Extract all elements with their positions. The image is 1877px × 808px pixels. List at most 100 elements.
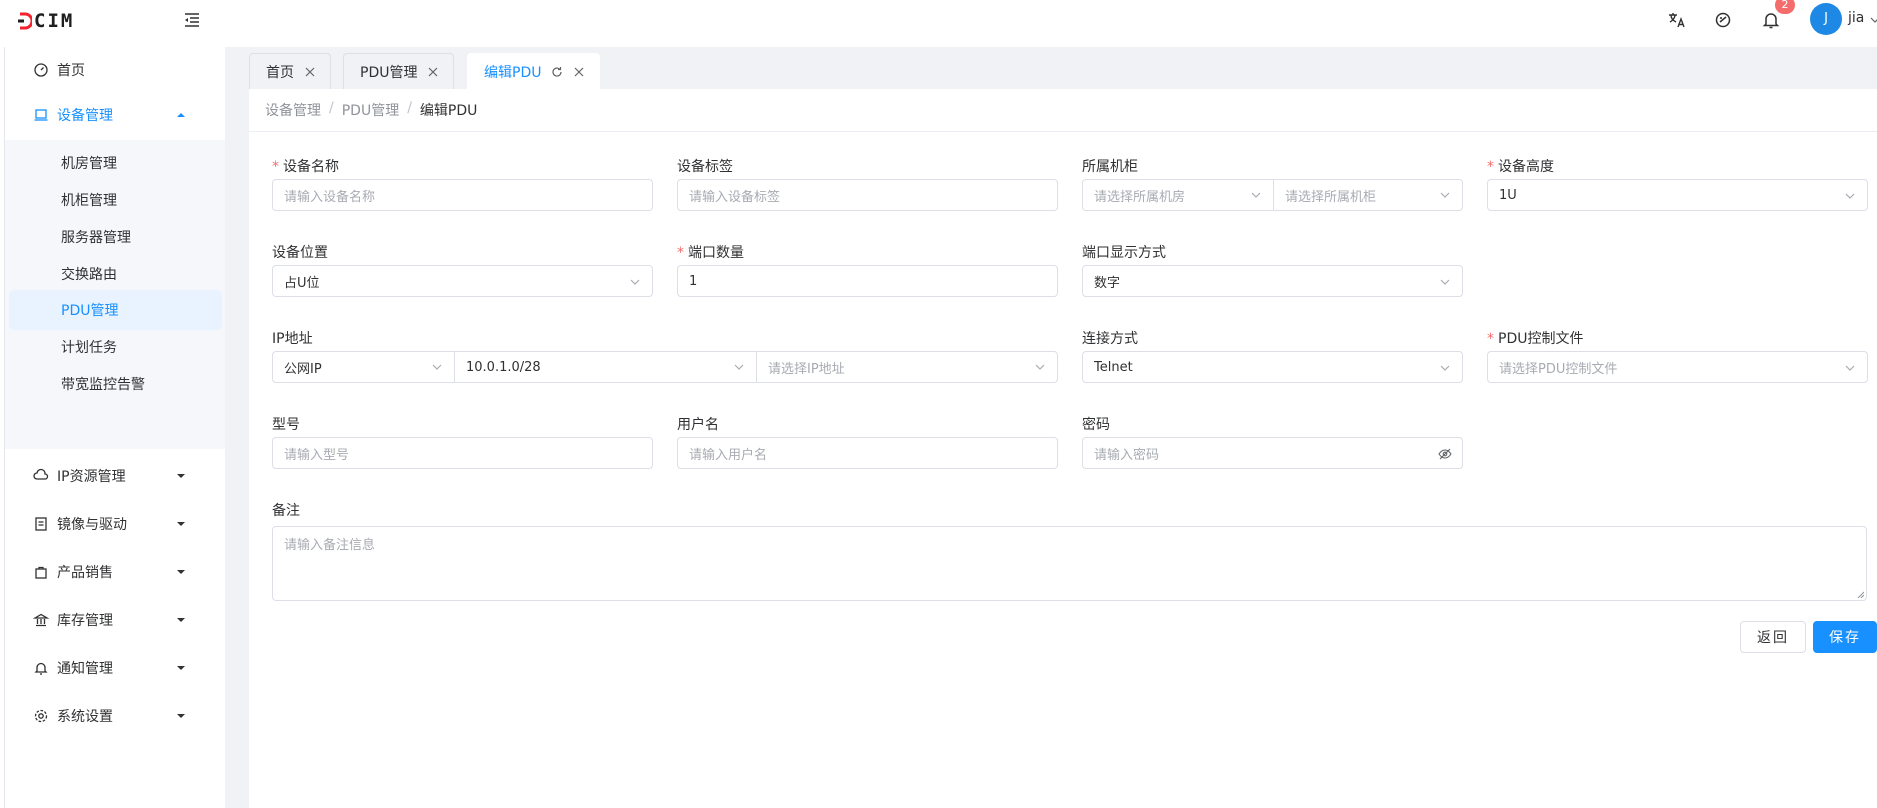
username-placeholder: 请输入用户名 bbox=[689, 447, 768, 463]
avatar[interactable]: J bbox=[1810, 3, 1842, 35]
field-label: * 设备高度 bbox=[1487, 156, 1554, 176]
resize-handle-icon[interactable] bbox=[1856, 590, 1864, 598]
connection-select[interactable]: Telnet bbox=[1082, 351, 1463, 383]
bell-icon bbox=[33, 660, 49, 676]
machine-room-placeholder: 请选择所属机房 bbox=[1094, 189, 1186, 205]
sidebar-item-label: 库存管理 bbox=[57, 613, 113, 629]
sidebar-item-machine-room[interactable]: 机房管理 bbox=[9, 143, 222, 183]
back-button[interactable]: 返回 bbox=[1740, 621, 1806, 653]
cabinet-placeholder: 请选择所属机柜 bbox=[1285, 189, 1377, 205]
sidebar-item-ip-resources[interactable]: IP资源管理 bbox=[5, 456, 226, 496]
chevron-down-icon bbox=[1034, 361, 1046, 373]
breadcrumb-item[interactable]: PDU管理 bbox=[342, 100, 399, 120]
device-position-select[interactable]: 占U位 bbox=[272, 265, 653, 297]
sidebar-item-system-settings[interactable]: 系统设置 bbox=[5, 696, 226, 736]
caret-down-icon bbox=[175, 470, 187, 482]
breadcrumb-separator: / bbox=[407, 100, 412, 116]
chevron-down-icon bbox=[1439, 276, 1451, 288]
model-input[interactable]: 请输入型号 bbox=[272, 437, 653, 469]
field-label: * 端口数量 bbox=[677, 242, 744, 262]
username[interactable]: jia bbox=[1848, 10, 1864, 26]
sidebar-item-label: 计划任务 bbox=[61, 340, 117, 356]
sidebar-item-inventory[interactable]: 库存管理 bbox=[5, 600, 226, 640]
ip-address-select[interactable]: 请选择IP地址 bbox=[756, 352, 1057, 382]
close-icon[interactable] bbox=[427, 66, 439, 78]
model-placeholder: 请输入型号 bbox=[284, 447, 350, 463]
sidebar-item-label: 带宽监控告警 bbox=[61, 377, 145, 393]
sidebar-item-scheduled-tasks[interactable]: 计划任务 bbox=[9, 327, 222, 367]
sidebar-item-label: 服务器管理 bbox=[61, 230, 131, 246]
control-file-select[interactable]: 请选择PDU控制文件 bbox=[1487, 351, 1868, 383]
chevron-down-icon bbox=[629, 276, 641, 288]
port-count-input[interactable]: 1 bbox=[677, 265, 1058, 297]
required-mark: * bbox=[677, 245, 684, 261]
field-label: * PDU控制文件 bbox=[1487, 328, 1583, 348]
sidebar-item-product-sales[interactable]: 产品销售 bbox=[5, 552, 226, 592]
sidebar-item-images-drivers[interactable]: 镜像与驱动 bbox=[5, 504, 226, 544]
chevron-down-icon bbox=[1439, 362, 1451, 374]
ip-address-label: IP地址 bbox=[272, 331, 313, 347]
sidebar-item-label: 首页 bbox=[57, 63, 85, 79]
tab-home[interactable]: 首页 bbox=[249, 53, 331, 89]
divider bbox=[249, 131, 1877, 132]
sidebar-item-server[interactable]: 服务器管理 bbox=[9, 217, 222, 257]
chevron-down-icon[interactable] bbox=[1870, 15, 1877, 25]
tab-pdu-management[interactable]: PDU管理 bbox=[343, 53, 455, 89]
save-button[interactable]: 保存 bbox=[1813, 621, 1877, 653]
translate-icon[interactable] bbox=[1667, 10, 1687, 30]
sidebar-item-notifications[interactable]: 通知管理 bbox=[5, 648, 226, 688]
machine-room-select[interactable]: 请选择所属机房 bbox=[1083, 180, 1273, 210]
close-icon[interactable] bbox=[573, 66, 585, 78]
device-name-input[interactable]: 请输入设备名称 bbox=[272, 179, 653, 211]
required-mark: * bbox=[272, 159, 279, 175]
port-display-select[interactable]: 数字 bbox=[1082, 265, 1463, 297]
device-position-value: 占U位 bbox=[284, 275, 320, 291]
top-bar: CIM 2 J jia bbox=[0, 0, 1877, 47]
password-input[interactable]: 请输入密码 bbox=[1082, 437, 1463, 469]
device-name-placeholder: 请输入设备名称 bbox=[284, 189, 376, 205]
tab-label: PDU管理 bbox=[360, 64, 418, 81]
ip-subnet-select[interactable]: 10.0.1.0/28 bbox=[454, 352, 756, 382]
sidebar-item-switch-router[interactable]: 交换路由 bbox=[9, 254, 222, 294]
remark-textarea[interactable]: 请输入备注信息 bbox=[272, 526, 1867, 601]
eye-off-icon[interactable] bbox=[1438, 447, 1452, 461]
port-display-label: 端口显示方式 bbox=[1082, 245, 1166, 261]
sidebar-item-label: PDU管理 bbox=[61, 303, 119, 319]
logo-text: CIM bbox=[34, 10, 75, 32]
close-icon[interactable] bbox=[304, 66, 316, 78]
username-input[interactable]: 请输入用户名 bbox=[677, 437, 1058, 469]
device-tag-input[interactable]: 请输入设备标签 bbox=[677, 179, 1058, 211]
sidebar-item-label: 机柜管理 bbox=[61, 193, 117, 209]
sidebar-item-home[interactable]: 首页 bbox=[5, 50, 226, 90]
tab-edit-pdu[interactable]: 编辑PDU bbox=[467, 53, 601, 89]
breadcrumb-current: 编辑PDU bbox=[419, 103, 478, 119]
menu-collapse-icon[interactable] bbox=[183, 11, 201, 29]
bell-icon[interactable] bbox=[1761, 10, 1781, 30]
sidebar-item-cabinet[interactable]: 机柜管理 bbox=[9, 180, 222, 220]
field-label: * 设备名称 bbox=[272, 156, 339, 176]
device-height-select[interactable]: 1U bbox=[1487, 179, 1868, 211]
ip-type-select[interactable]: 公网IP bbox=[273, 352, 454, 382]
port-count-value: 1 bbox=[689, 273, 698, 289]
cabinet-select[interactable]: 请选择所属机柜 bbox=[1273, 180, 1462, 210]
sidebar-item-label: 系统设置 bbox=[57, 709, 113, 725]
control-file-label: PDU控制文件 bbox=[1498, 331, 1584, 347]
required-mark: * bbox=[1487, 159, 1494, 175]
refresh-icon[interactable] bbox=[551, 66, 563, 78]
sidebar-item-bandwidth-alerts[interactable]: 带宽监控告警 bbox=[9, 364, 222, 404]
sidebar-item-label: IP资源管理 bbox=[57, 469, 126, 485]
chevron-down-icon bbox=[431, 361, 443, 373]
device-position-label: 设备位置 bbox=[272, 245, 328, 261]
breadcrumb-item[interactable]: 设备管理 bbox=[265, 100, 321, 120]
ip-select-group: 公网IP 10.0.1.0/28 请选择IP地址 bbox=[272, 351, 1058, 383]
connection-value: Telnet bbox=[1094, 359, 1133, 375]
model-label: 型号 bbox=[272, 417, 300, 433]
caret-down-icon bbox=[175, 710, 187, 722]
sidebar-item-label: 设备管理 bbox=[57, 108, 113, 124]
sidebar-item-device-management[interactable]: 设备管理 bbox=[5, 95, 226, 135]
caret-up-icon bbox=[175, 109, 187, 121]
ip-address-placeholder: 请选择IP地址 bbox=[768, 361, 845, 377]
control-file-placeholder: 请选择PDU控制文件 bbox=[1499, 361, 1618, 377]
sidebar-item-pdu[interactable]: PDU管理 bbox=[9, 290, 222, 330]
palette-icon[interactable] bbox=[1713, 10, 1733, 30]
